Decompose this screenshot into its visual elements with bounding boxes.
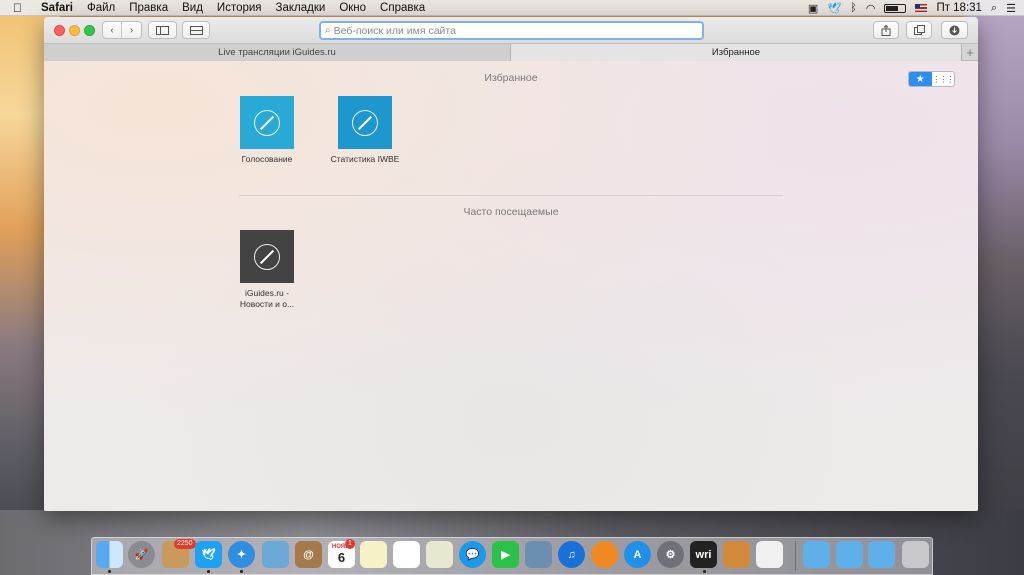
- notification-center-icon[interactable]: ☰: [1006, 2, 1016, 15]
- calendar-day: 6: [337, 550, 346, 565]
- calendar-badge: 1: [345, 539, 355, 549]
- apple-menu-icon[interactable]: : [13, 1, 27, 15]
- finder-icon[interactable]: [96, 541, 123, 568]
- preview-icon[interactable]: [262, 541, 289, 568]
- menu-bar:  Safari Файл Правка Вид История Закладк…: [0, 0, 1024, 16]
- documents-folder-icon[interactable]: [836, 541, 863, 568]
- view-toggle: ★ ⋮⋮⋮: [908, 71, 955, 87]
- itunes-icon[interactable]: ♫: [558, 541, 585, 568]
- status-area: ▣ 🕊 ᛒ ◠ Пт 18:31 ⌕ ☰: [808, 0, 1016, 16]
- menu-window[interactable]: Окно: [339, 2, 366, 14]
- back-button[interactable]: ‹: [103, 22, 122, 38]
- frequently-visited-heading: Часто посещаемые: [463, 206, 559, 218]
- sidebar-button[interactable]: [148, 21, 177, 39]
- twitter-status-icon[interactable]: 🕊: [827, 2, 841, 15]
- image-capture-icon[interactable]: [525, 541, 552, 568]
- share-button[interactable]: [873, 21, 899, 39]
- notes-icon[interactable]: [360, 541, 387, 568]
- compass-icon: [254, 243, 280, 270]
- favorite-tile[interactable]: Статистика IWBE: [330, 96, 400, 165]
- minimize-button[interactable]: [69, 25, 80, 36]
- trash-icon[interactable]: [902, 541, 929, 568]
- input-source-flag-icon[interactable]: [915, 4, 928, 12]
- frequent-thumbnail: [240, 230, 294, 283]
- contacts-icon[interactable]: @: [295, 541, 322, 568]
- share-icon: [881, 24, 891, 36]
- favorites-page: Избранное ★ ⋮⋮⋮ Голосование Статистика I…: [44, 61, 978, 511]
- running-indicator: [703, 570, 706, 573]
- clock[interactable]: Пт 18:31: [936, 2, 982, 14]
- downloads-button[interactable]: [941, 21, 968, 39]
- favorite-tile[interactable]: Голосование: [232, 96, 302, 165]
- safari-window: ‹ › ⌕ Live трансляции iGuides.ru Избранн…: [44, 17, 978, 511]
- battery-icon[interactable]: [884, 3, 907, 13]
- running-indicator: [240, 570, 243, 573]
- downloads-folder-icon[interactable]: [868, 541, 895, 568]
- menu-bookmarks[interactable]: Закладки: [276, 2, 326, 14]
- favorite-thumbnail: [338, 96, 392, 149]
- dock-separator: [795, 541, 796, 571]
- compass-icon: [254, 109, 280, 136]
- notification-badge: 2250: [174, 539, 196, 549]
- address-bar[interactable]: ⌕: [319, 21, 704, 40]
- show-all-tabs-button[interactable]: [906, 21, 932, 39]
- grid-view-icon[interactable]: ⋮⋮⋮: [932, 72, 954, 86]
- search-icon: ⌕: [325, 25, 331, 36]
- forward-button[interactable]: ›: [122, 22, 141, 38]
- top-sites-button[interactable]: [182, 21, 210, 39]
- favorite-label: Статистика IWBE: [330, 154, 400, 164]
- app-store-icon[interactable]: A: [624, 541, 651, 568]
- top-sites-icon: [189, 25, 203, 35]
- toolbar: ‹ › ⌕: [44, 17, 978, 44]
- wifi-icon[interactable]: ◠: [866, 2, 876, 15]
- search-input[interactable]: [333, 24, 702, 37]
- menu-edit[interactable]: Правка: [129, 2, 168, 14]
- tab-favorites[interactable]: Избранное: [511, 44, 961, 61]
- new-tab-button[interactable]: +: [961, 44, 978, 61]
- tabs-overview-icon: [913, 25, 925, 35]
- back-forward-group: ‹ ›: [102, 21, 142, 39]
- menu-history[interactable]: История: [217, 2, 262, 14]
- pixelmator-icon[interactable]: [723, 541, 750, 568]
- bluetooth-icon[interactable]: ᛒ: [850, 2, 857, 14]
- photos-icon[interactable]: [426, 541, 453, 568]
- system-preferences-icon[interactable]: ⚙: [657, 541, 684, 568]
- compass-icon: [352, 109, 378, 136]
- facetime-icon[interactable]: ▶: [492, 541, 519, 568]
- favorites-heading: Избранное: [484, 72, 538, 84]
- running-indicator: [108, 570, 111, 573]
- launchpad-icon[interactable]: 🚀: [128, 541, 155, 568]
- fullscreen-button[interactable]: [84, 25, 95, 36]
- ibooks-icon[interactable]: [591, 541, 618, 568]
- menu-file[interactable]: Файл: [87, 2, 115, 14]
- close-button[interactable]: [54, 25, 65, 36]
- applications-folder-icon[interactable]: [803, 541, 830, 568]
- frequent-site-tile[interactable]: iGuides.ru - Новости и о...: [232, 230, 302, 309]
- favorite-thumbnail: [240, 96, 294, 149]
- frequent-site-label: iGuides.ru - Новости и о...: [239, 288, 295, 309]
- textedit-icon[interactable]: [756, 541, 783, 568]
- download-icon: [949, 25, 960, 35]
- menu-help[interactable]: Справка: [380, 2, 425, 14]
- messages-icon[interactable]: 💬: [459, 541, 486, 568]
- menu-app-name[interactable]: Safari: [41, 2, 73, 14]
- tab-live-iguides[interactable]: Live трансляции iGuides.ru: [44, 44, 511, 61]
- favorite-label: Голосование: [241, 154, 293, 164]
- menu-view[interactable]: Вид: [182, 2, 203, 14]
- running-indicator: [207, 570, 210, 573]
- section-divider: [239, 195, 783, 196]
- tab-bar: Live трансляции iGuides.ru Избранное +: [44, 44, 978, 61]
- sidebar-icon: [156, 25, 169, 35]
- photo-stream-icon[interactable]: ▣: [808, 2, 818, 15]
- reminders-icon[interactable]: [393, 541, 420, 568]
- bookmarks-star-icon[interactable]: ★: [909, 72, 932, 86]
- twitter-icon[interactable]: 🕊: [195, 541, 222, 568]
- spotlight-icon[interactable]: ⌕: [991, 2, 997, 15]
- writer-app-icon[interactable]: wri: [690, 541, 717, 568]
- safari-icon[interactable]: ✦: [228, 541, 255, 568]
